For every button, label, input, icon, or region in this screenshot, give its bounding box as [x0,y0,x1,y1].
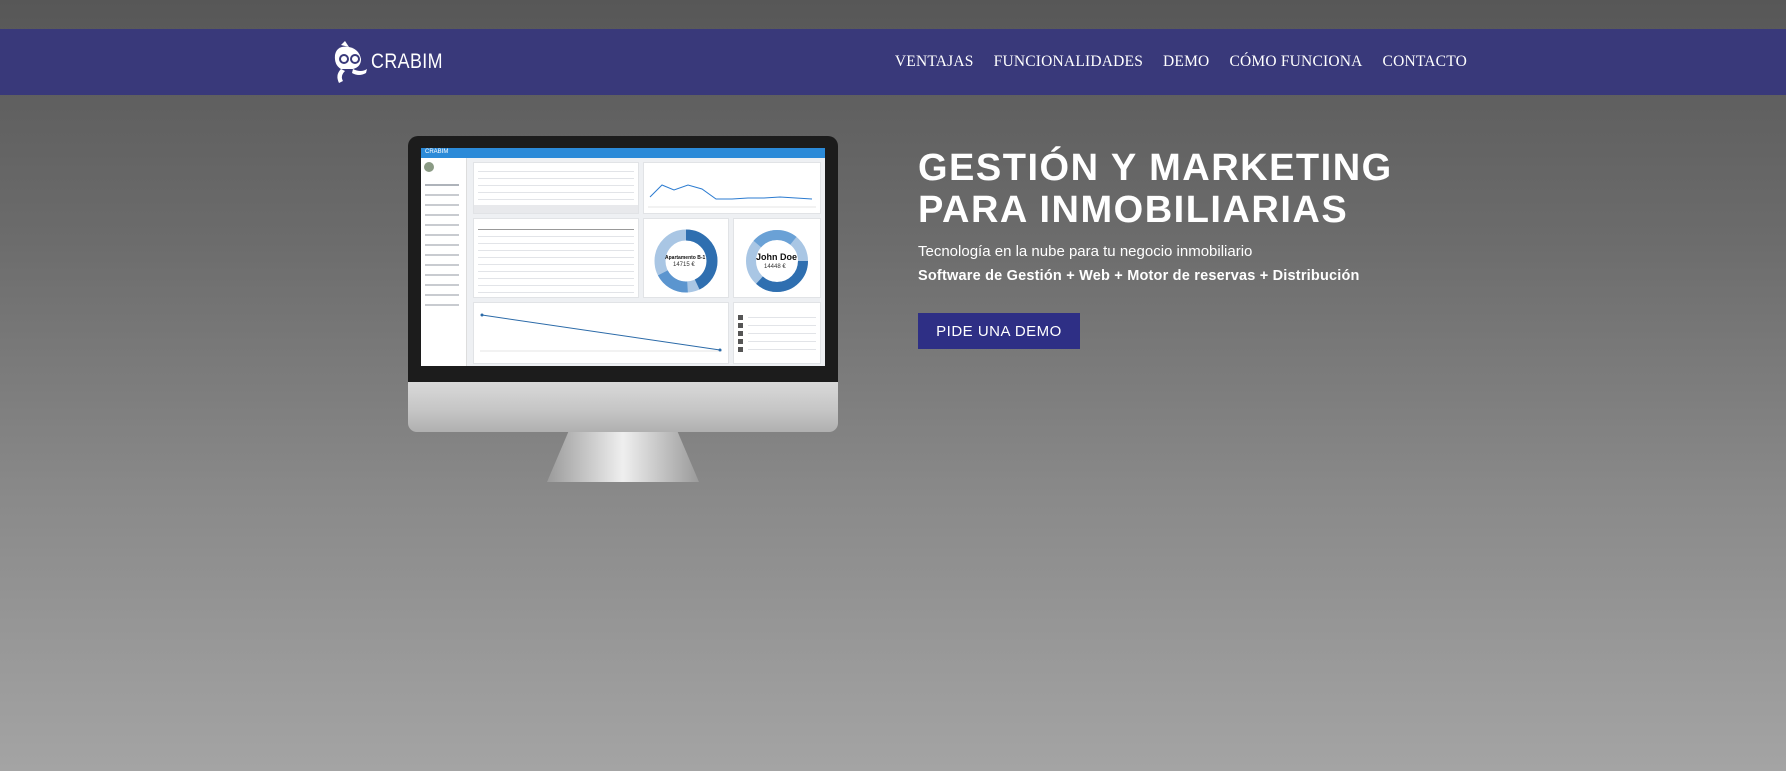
trend-chart-panel [473,302,729,364]
hero-title-line2: PARA INMOBILIARIAS [918,189,1349,231]
app-sidebar [421,158,467,366]
donut2-label: John Doe [756,252,798,262]
dashboard-screenshot: CRABIM Apartamento B-1 14715 € John Doe … [421,148,825,366]
site-header: CRABIM VENTAJAS FUNCIONALIDADES DEMO CÓM… [0,29,1786,95]
donut1-value: 14715 € [673,262,695,268]
ranking-panel [733,302,821,364]
donut1-label: Apartamento B-1 [665,255,706,261]
hero-subtitle: Tecnología en la nube para tu negocio in… [918,243,1253,260]
monitor-mockup: CRABIM Apartamento B-1 14715 € John Doe … [408,136,838,483]
nav-contacto[interactable]: CONTACTO [1383,53,1467,71]
donut-apartments-panel: Apartamento B-1 14715 € [643,218,729,298]
nav-como-funciona[interactable]: CÓMO FUNCIONA [1229,53,1362,71]
donut-clients-panel: John Doe 14448 € [733,218,821,298]
logo[interactable]: CRABIM [331,38,456,86]
trend-chart [480,313,722,352]
nav-demo[interactable]: DEMO [1163,53,1209,71]
line-chart-panel [643,162,821,214]
main-nav: VENTAJAS FUNCIONALIDADES DEMO CÓMO FUNCI… [895,29,1467,95]
hero-title: GESTIÓN Y MARKETING PARA INMOBILIARIAS [918,147,1558,231]
nav-ventajas[interactable]: VENTAJAS [895,53,974,71]
avatar [424,162,434,172]
nav-funcionalidades[interactable]: FUNCIONALIDADES [994,53,1143,71]
line-chart [648,184,816,208]
crab-logo-icon [334,41,367,83]
reservations-table-panel [473,218,639,298]
app-brand: CRABIM [425,149,449,155]
monitor-chin [408,382,838,432]
hero-features: Software de Gestión + Web + Motor de res… [918,268,1360,284]
donut2-value: 14448 € [764,264,786,270]
hero-title-line1: GESTIÓN Y MARKETING [918,147,1393,189]
request-demo-button[interactable]: PIDE UNA DEMO [918,313,1080,349]
summary-panel [473,162,639,214]
monitor-stand [547,432,699,482]
logo-text: CRABIM [371,50,443,73]
app-topbar: CRABIM [421,148,825,158]
